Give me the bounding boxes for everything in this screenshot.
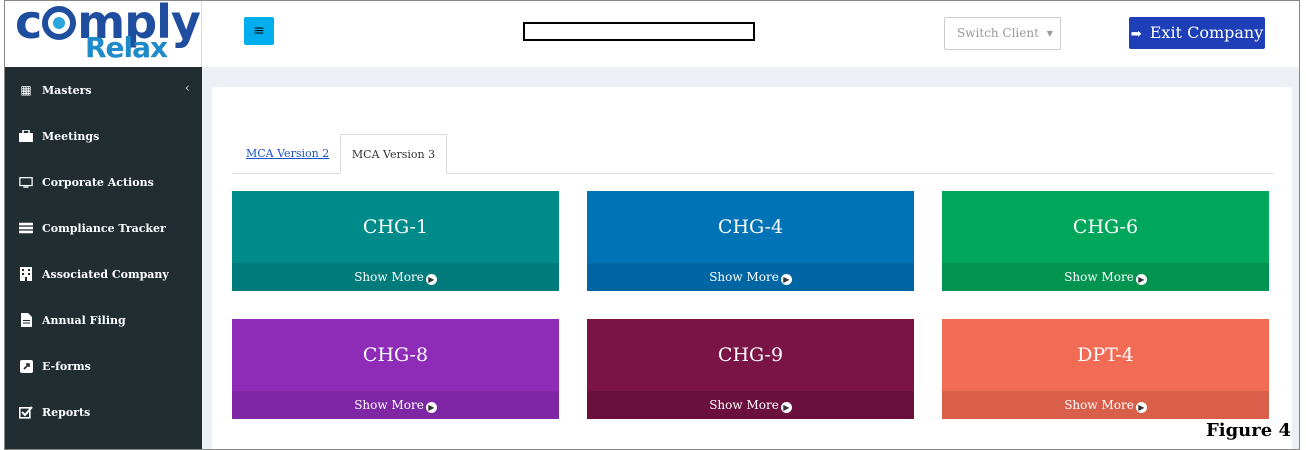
app-window: c mply Relax ▦ Masters ‹ Meetings Corpora…: [4, 0, 1300, 450]
show-more-link[interactable]: Show More ▶: [232, 263, 559, 291]
external-link-icon: [19, 359, 33, 373]
sidebar-item-label: Corporate Actions: [42, 175, 154, 189]
card-title: CHG-8: [362, 344, 429, 366]
form-card-chg-8[interactable]: CHG-8 Show More ▶: [232, 319, 559, 419]
building-icon: [19, 267, 33, 281]
version-tabs: MCA Version 2 MCA Version 3: [232, 134, 1274, 174]
list-icon: [19, 221, 33, 235]
logo-o-icon: [42, 6, 77, 40]
form-card-chg-9[interactable]: CHG-9 Show More ▶: [587, 319, 914, 419]
tab-mca-version-2[interactable]: MCA Version 2: [232, 134, 343, 174]
sidebar-item-compliance-tracker[interactable]: Compliance Tracker: [5, 205, 202, 251]
arrow-circle-right-icon: ▶: [425, 402, 437, 413]
sidebar-item-masters[interactable]: ▦ Masters ‹: [5, 67, 202, 113]
card-title: CHG-6: [1072, 216, 1139, 238]
show-more-label: Show More: [354, 398, 424, 412]
show-more-label: Show More: [1064, 270, 1134, 284]
show-more-link[interactable]: Show More ▶: [587, 263, 914, 291]
form-card-chg-1[interactable]: CHG-1 Show More ▶: [232, 191, 559, 291]
form-card-chg-6[interactable]: CHG-6 Show More ▶: [942, 191, 1269, 291]
building-icon: ▦: [20, 83, 32, 97]
tab-mca-version-3[interactable]: MCA Version 3: [340, 134, 447, 174]
chevron-left-icon[interactable]: ‹: [185, 81, 190, 96]
briefcase-icon: [19, 129, 33, 143]
sign-out-icon: ➡: [1130, 27, 1142, 42]
show-more-link[interactable]: Show More ▶: [942, 391, 1269, 419]
menu-toggle-button[interactable]: ≡: [244, 17, 274, 45]
header: ≡ Switch Client ▼ ➡ Exit Company: [202, 1, 1299, 67]
switch-client-dropdown[interactable]: Switch Client ▼: [944, 17, 1061, 50]
card-title: CHG-9: [717, 344, 784, 366]
show-more-link[interactable]: Show More ▶: [587, 391, 914, 419]
show-more-link[interactable]: Show More ▶: [232, 391, 559, 419]
figure-label: Figure 4: [1205, 420, 1291, 441]
arrow-circle-right-icon: ▶: [1135, 274, 1147, 285]
sidebar-item-label: Compliance Tracker: [42, 221, 166, 235]
show-more-label: Show More: [709, 270, 779, 284]
sidebar-item-label: Meetings: [42, 129, 100, 143]
sidebar-item-reports[interactable]: Reports: [5, 389, 202, 435]
exit-company-button[interactable]: ➡ Exit Company: [1129, 17, 1265, 49]
file-icon: [19, 313, 33, 327]
switch-client-label: Switch Client: [957, 26, 1039, 40]
form-card-dpt-4[interactable]: DPT-4 Show More ▶: [942, 319, 1269, 419]
sidebar: c mply Relax ▦ Masters ‹ Meetings Corpora…: [5, 1, 202, 449]
sidebar-item-label: Associated Company: [42, 267, 169, 281]
checkbox-icon: [19, 405, 33, 419]
sidebar-item-e-forms[interactable]: E-forms: [5, 343, 202, 389]
card-title: CHG-1: [362, 216, 429, 238]
form-card-chg-4[interactable]: CHG-4 Show More ▶: [587, 191, 914, 291]
show-more-label: Show More: [354, 270, 424, 284]
arrow-circle-right-icon: ▶: [780, 402, 792, 413]
exit-company-label: Exit Company: [1149, 23, 1264, 42]
logo-c: c: [15, 0, 42, 49]
arrow-circle-right-icon: ▶: [780, 274, 792, 285]
sidebar-item-corporate-actions[interactable]: Corporate Actions: [5, 159, 202, 205]
show-more-link[interactable]: Show More ▶: [942, 263, 1269, 291]
card-title: CHG-4: [717, 216, 784, 238]
arrow-circle-right-icon: ▶: [1135, 402, 1147, 413]
sidebar-item-label: Masters: [42, 83, 92, 97]
sidebar-item-label: E-forms: [42, 359, 91, 373]
sidebar-item-label: Reports: [42, 405, 91, 419]
logo-relax: Relax: [85, 31, 168, 64]
sidebar-item-meetings[interactable]: Meetings: [5, 113, 202, 159]
arrow-circle-right-icon: ▶: [425, 274, 437, 285]
monitor-icon: [19, 175, 33, 189]
main-panel: MCA Version 2 MCA Version 3 CHG-1 Show Mo…: [212, 87, 1292, 449]
company-name-field: [523, 22, 755, 41]
logo[interactable]: c mply Relax: [5, 1, 202, 67]
sidebar-item-label: Annual Filing: [42, 313, 126, 327]
sidebar-item-annual-filing[interactable]: Annual Filing: [5, 297, 202, 343]
sidebar-menu: ▦ Masters ‹ Meetings Corporate Actions C…: [5, 67, 202, 435]
show-more-label: Show More: [1064, 398, 1134, 412]
caret-down-icon: ▼: [1046, 29, 1053, 38]
sidebar-item-associated-company[interactable]: Associated Company: [5, 251, 202, 297]
card-title: DPT-4: [1077, 344, 1134, 366]
show-more-label: Show More: [709, 398, 779, 412]
